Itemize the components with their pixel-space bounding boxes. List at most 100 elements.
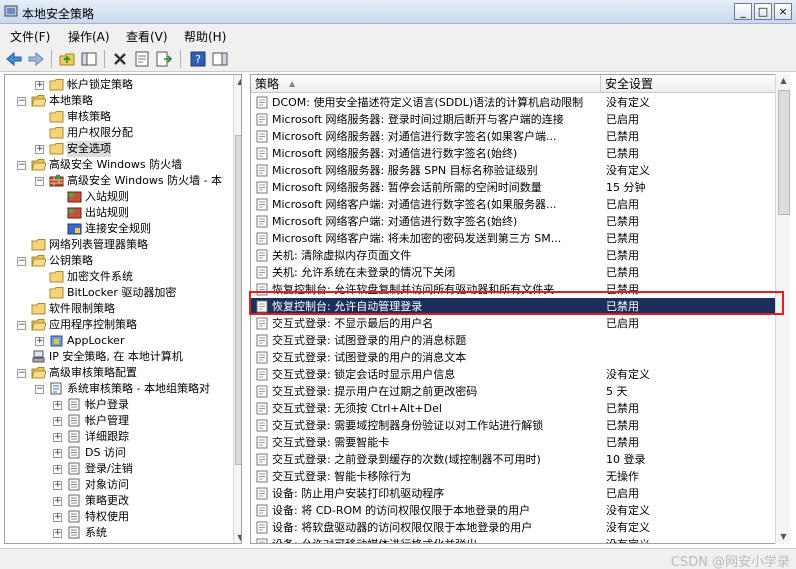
- tree-item[interactable]: 审核策略: [5, 109, 231, 125]
- menu-view[interactable]: 查看(V): [126, 28, 168, 45]
- tree-item[interactable]: + 对象访问: [5, 477, 231, 493]
- collapse-icon[interactable]: −: [35, 177, 44, 186]
- scroll-up-arrow-icon[interactable]: ▲: [234, 75, 241, 88]
- expand-icon[interactable]: +: [53, 513, 62, 522]
- tree-scrollbar[interactable]: ▲ ▼: [233, 75, 241, 543]
- policy-row[interactable]: 设备: 允许对可移动媒体进行格式化并弹出没有定义: [251, 536, 775, 543]
- expand-icon[interactable]: +: [53, 497, 62, 506]
- maximize-button[interactable]: □: [754, 3, 772, 20]
- tree-item[interactable]: 软件限制策略: [5, 301, 231, 317]
- tree-item[interactable]: − 应用程序控制策略: [5, 317, 231, 333]
- expand-icon[interactable]: +: [35, 145, 44, 154]
- policy-row[interactable]: Microsoft 网络服务器: 对通信进行数字签名(如果客户端... 已禁用: [251, 128, 775, 145]
- tree-item[interactable]: 入站规则: [5, 189, 231, 205]
- tree-item[interactable]: + 帐户管理: [5, 413, 231, 429]
- scroll-down-arrow-icon[interactable]: ▼: [234, 531, 241, 543]
- tree-item[interactable]: − 系统审核策略 - 本地组策略对: [5, 381, 231, 397]
- tree-item[interactable]: − 高级安全 Windows 防火墙: [5, 157, 231, 173]
- policy-row[interactable]: 交互式登录: 需要域控制器身份验证以对工作站进行解锁 已禁用: [251, 417, 775, 434]
- show-action-pane-icon[interactable]: [210, 49, 230, 69]
- expand-icon[interactable]: +: [53, 449, 62, 458]
- tree-item[interactable]: + 帐户登录: [5, 397, 231, 413]
- expand-icon[interactable]: +: [53, 481, 62, 490]
- forward-icon[interactable]: [26, 49, 46, 69]
- collapse-icon[interactable]: −: [17, 257, 26, 266]
- policy-row[interactable]: 关机: 清除虚拟内存页面文件 已禁用: [251, 247, 775, 264]
- scroll-down-arrow-icon[interactable]: ▼: [777, 530, 790, 543]
- tree-item[interactable]: 网络列表管理器策略: [5, 237, 231, 253]
- tree-item[interactable]: 连接安全规则: [5, 221, 231, 237]
- policy-row[interactable]: 设备: 将软盘驱动器的访问权限仅限于本地登录的用户 没有定义: [251, 519, 775, 536]
- tree-item[interactable]: 出站规则: [5, 205, 231, 221]
- collapse-icon[interactable]: −: [17, 369, 26, 378]
- collapse-icon[interactable]: −: [17, 97, 26, 106]
- policy-row[interactable]: 交互式登录: 提示用户在过期之前更改密码 5 天: [251, 383, 775, 400]
- policy-row[interactable]: 设备: 将 CD-ROM 的访问权限仅限于本地登录的用户 没有定义: [251, 502, 775, 519]
- policy-row[interactable]: 交互式登录: 之前登录到缓存的次数(域控制器不可用时) 10 登录: [251, 451, 775, 468]
- tree-item[interactable]: + AppLocker: [5, 333, 231, 349]
- policy-row[interactable]: 交互式登录: 试图登录的用户的消息标题: [251, 332, 775, 349]
- column-header-setting[interactable]: 安全设置: [601, 75, 776, 93]
- tree-item[interactable]: + 策略更改: [5, 493, 231, 509]
- delete-icon[interactable]: [110, 49, 130, 69]
- policy-icon: [256, 164, 269, 177]
- tree-item[interactable]: + 帐户锁定策略: [5, 77, 231, 93]
- collapse-icon[interactable]: −: [35, 385, 44, 394]
- expand-icon[interactable]: +: [35, 81, 44, 90]
- tree-item[interactable]: + DS 访问: [5, 445, 231, 461]
- tree-item[interactable]: 用户权限分配: [5, 125, 231, 141]
- policy-row[interactable]: 交互式登录: 试图登录的用户的消息文本: [251, 349, 775, 366]
- policy-row[interactable]: Microsoft 网络服务器: 暂停会话前所需的空闲时间数量 15 分钟: [251, 179, 775, 196]
- tree-item[interactable]: − 本地策略: [5, 93, 231, 109]
- policy-row[interactable]: 交互式登录: 无须按 Ctrl+Alt+Del 已禁用: [251, 400, 775, 417]
- policy-row[interactable]: 交互式登录: 锁定会话时显示用户信息 没有定义: [251, 366, 775, 383]
- expand-icon[interactable]: +: [53, 417, 62, 426]
- policy-row[interactable]: 交互式登录: 需要智能卡 已禁用: [251, 434, 775, 451]
- tree-item[interactable]: − 高级安全 Windows 防火墙 - 本: [5, 173, 231, 189]
- policy-row[interactable]: 关机: 允许系统在未登录的情况下关闭 已禁用: [251, 264, 775, 281]
- tree-scroll-thumb[interactable]: [235, 135, 241, 465]
- policy-row[interactable]: 交互式登录: 不显示最后的用户名 已启用: [251, 315, 775, 332]
- menu-help[interactable]: 帮助(H): [184, 28, 226, 45]
- up-level-icon[interactable]: [57, 49, 77, 69]
- menu-file[interactable]: 文件(F): [10, 28, 50, 45]
- policy-row[interactable]: Microsoft 网络客户端: 对通信进行数字签名(始终) 已禁用: [251, 213, 775, 230]
- tree-item[interactable]: + 登录/注销: [5, 461, 231, 477]
- tree-item[interactable]: 加密文件系统: [5, 269, 231, 285]
- policy-row[interactable]: 交互式登录: 智能卡移除行为 无操作: [251, 468, 775, 485]
- expand-icon[interactable]: +: [53, 433, 62, 442]
- expand-icon[interactable]: +: [35, 337, 44, 346]
- expand-icon[interactable]: +: [53, 465, 62, 474]
- tree-pane[interactable]: + 帐户锁定策略 − 本地策略 审核策略 用户权限分配 + 安全选项 − 高级安全 Windows…: [4, 74, 242, 544]
- tree-item[interactable]: + 系统: [5, 525, 231, 541]
- close-button[interactable]: ×: [774, 3, 792, 20]
- policy-row[interactable]: 设备: 防止用户安装打印机驱动程序 已启用: [251, 485, 775, 502]
- back-icon[interactable]: [4, 49, 24, 69]
- policy-row[interactable]: Microsoft 网络服务器: 对通信进行数字签名(始终) 已禁用: [251, 145, 775, 162]
- show-tree-icon[interactable]: [79, 49, 99, 69]
- policy-row[interactable]: Microsoft 网络服务器: 登录时间过期后断开与客户端的连接 已启用: [251, 111, 775, 128]
- collapse-icon[interactable]: −: [17, 321, 26, 330]
- tree-item[interactable]: − 高级审核策略配置: [5, 365, 231, 381]
- expand-icon[interactable]: +: [53, 529, 62, 538]
- column-header-policy[interactable]: 策略 ▲: [251, 75, 601, 93]
- policy-row[interactable]: Microsoft 网络客户端: 将未加密的密码发送到第三方 SM... 已禁用: [251, 230, 775, 247]
- tree-item[interactable]: + 特权使用: [5, 509, 231, 525]
- policy-row[interactable]: Microsoft 网络服务器: 服务器 SPN 目标名称验证级别 没有定义: [251, 162, 775, 179]
- policy-row[interactable]: Microsoft 网络客户端: 对通信进行数字签名(如果服务器... 已启用: [251, 196, 775, 213]
- menu-action[interactable]: 操作(A): [68, 28, 110, 45]
- tree-item[interactable]: IP 安全策略, 在 本地计算机: [5, 349, 231, 365]
- properties-icon[interactable]: [132, 49, 152, 69]
- tree-item[interactable]: + 详细跟踪: [5, 429, 231, 445]
- help-icon[interactable]: ?: [188, 49, 208, 69]
- tree-item[interactable]: BitLocker 驱动器加密: [5, 285, 231, 301]
- tree-item[interactable]: + 安全选项: [5, 141, 231, 157]
- tree-item[interactable]: − 公钥策略: [5, 253, 231, 269]
- expand-icon[interactable]: +: [53, 401, 62, 410]
- export-list-icon[interactable]: [154, 49, 174, 69]
- policy-row[interactable]: DCOM: 使用安全描述符定义语言(SDDL)语法的计算机启动限制 没有定义: [251, 94, 775, 111]
- collapse-icon[interactable]: −: [17, 161, 26, 170]
- minimize-button[interactable]: _: [734, 3, 752, 20]
- list-scroll-thumb[interactable]: [778, 90, 790, 215]
- scroll-up-arrow-icon[interactable]: ▲: [777, 74, 790, 87]
